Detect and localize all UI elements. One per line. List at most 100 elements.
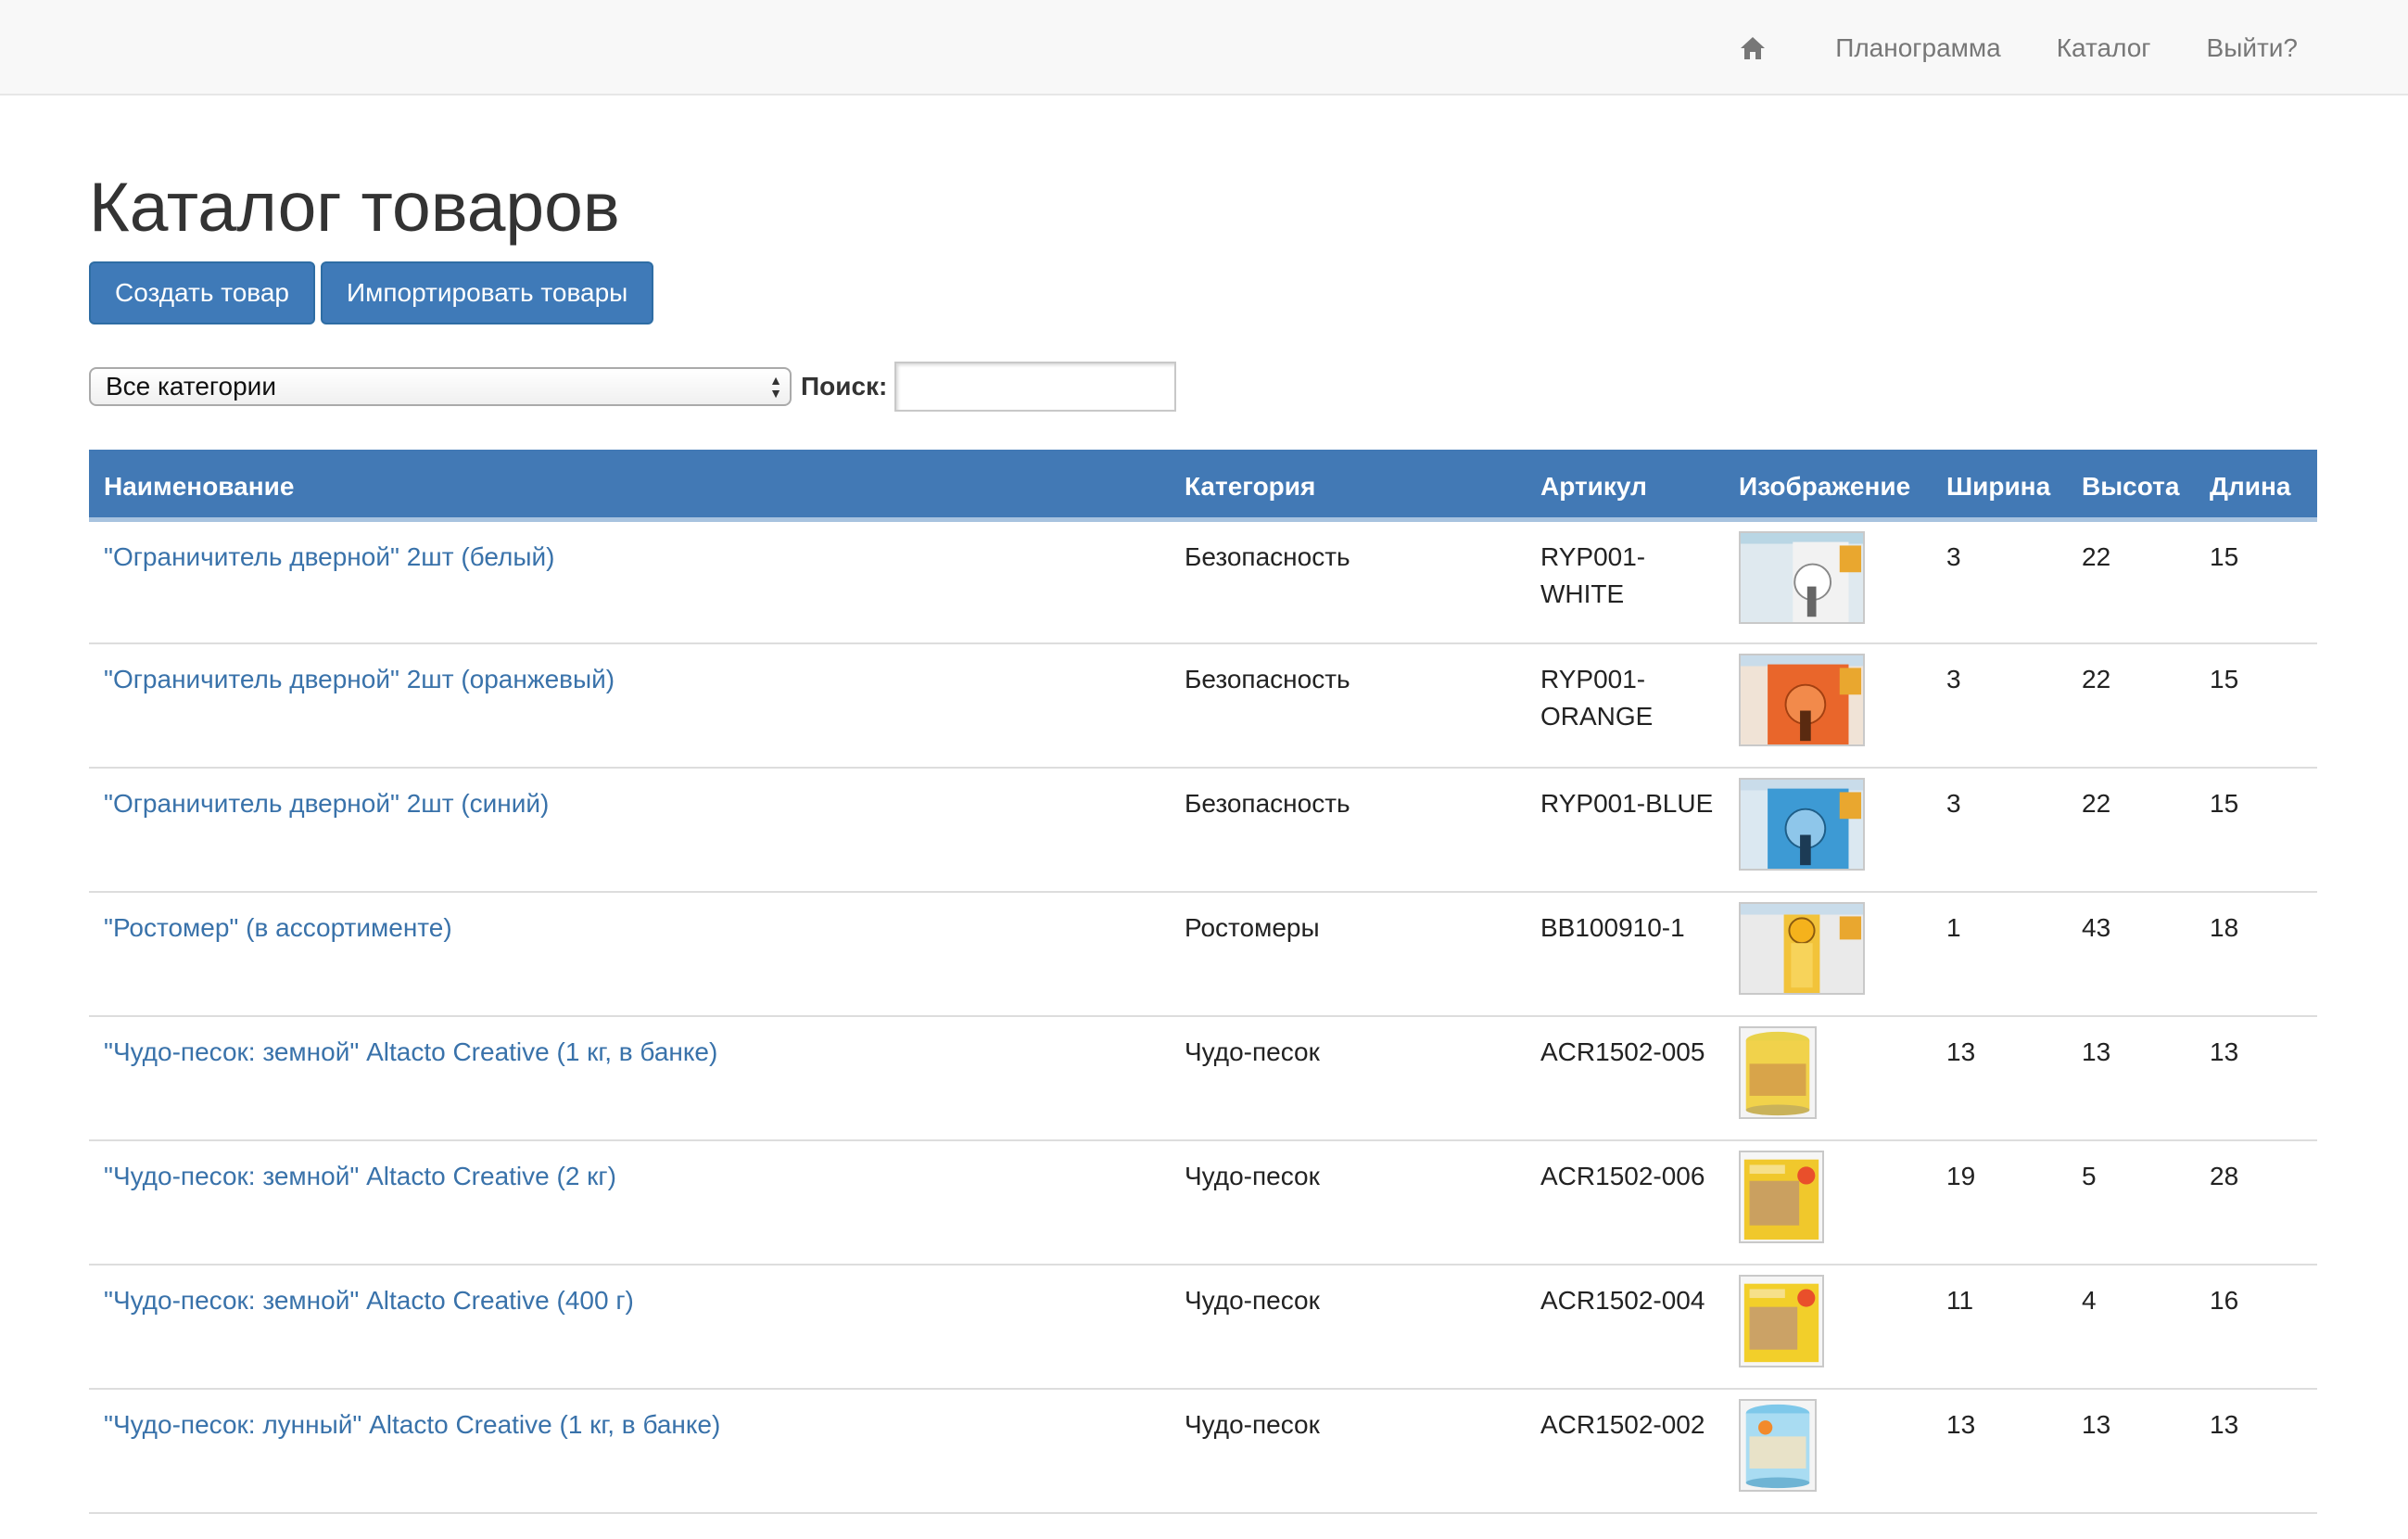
page-title: Каталог товаров xyxy=(89,168,620,246)
product-name-cell: "Ограничитель дверной" 2шт (синий) xyxy=(89,768,1170,892)
search-input[interactable] xyxy=(894,362,1177,412)
product-thumbnail[interactable] xyxy=(1739,654,1865,746)
nav-catalog-link[interactable]: Каталог xyxy=(2057,0,2151,95)
product-sku-cell: ACR1502-002 xyxy=(1540,1410,1705,1439)
product-thumbnail[interactable] xyxy=(1739,902,1865,995)
product-height-cell: 22 xyxy=(2082,789,2111,818)
product-thumbnail[interactable] xyxy=(1739,1151,1824,1243)
table-row: "Чудо-песок: лунный" Altacto Creative (1… xyxy=(89,1389,2317,1513)
product-height-cell: 13 xyxy=(2082,1037,2111,1066)
product-image-cell xyxy=(1739,1140,1946,1265)
product-width-cell: 11 xyxy=(1946,1286,1974,1315)
product-thumbnail[interactable] xyxy=(1739,1275,1824,1367)
product-category-cell: Чудо-песок xyxy=(1185,1162,1320,1190)
column-header-image[interactable]: Изображение xyxy=(1739,450,1946,522)
product-length-cell: 18 xyxy=(2210,913,2239,942)
product-name-cell: "Чудо-песок: земной" Altacto Creative (1… xyxy=(89,1016,1170,1140)
column-header-name[interactable]: Наименование xyxy=(89,450,1170,522)
product-image-cell xyxy=(1739,768,1946,892)
product-image-cell xyxy=(1739,643,1946,768)
product-image-cell xyxy=(1739,892,1946,1016)
product-length-cell: 15 xyxy=(2210,789,2239,818)
product-name-cell: "Чудо-песок: земной" Altacto Creative (2… xyxy=(89,1140,1170,1265)
product-height-cell: 5 xyxy=(2082,1162,2097,1190)
product-sku-cell: RYP001-BLUE xyxy=(1540,789,1714,818)
product-name-cell: "Ростомер" (в ассортименте) xyxy=(89,892,1170,1016)
products-table-wrap: Наименование Категория Артикул Изображен… xyxy=(89,450,2317,1514)
product-sku-cell: RYP001-ORANGE xyxy=(1540,665,1654,731)
product-sku-cell: ACR1502-004 xyxy=(1540,1286,1705,1315)
nav-planogram-link[interactable]: Планограмма xyxy=(1835,0,2001,95)
table-row: "Ограничитель дверной" 2шт (оранжевый) Бе… xyxy=(89,643,2317,768)
search-label: Поиск: xyxy=(801,372,888,401)
product-width-cell: 19 xyxy=(1946,1162,1976,1190)
product-length-cell: 28 xyxy=(2210,1162,2239,1190)
column-header-sku[interactable]: Артикул xyxy=(1526,450,1739,522)
product-length-cell: 16 xyxy=(2210,1286,2239,1315)
category-select-value: Все категории xyxy=(106,372,276,401)
category-select[interactable]: Все категории ▲ ▼ xyxy=(89,367,792,406)
product-height-cell: 4 xyxy=(2082,1286,2097,1315)
product-name-link[interactable]: "Чудо-песок: земной" Altacto Creative (4… xyxy=(104,1286,634,1315)
table-row: "Ростомер" (в ассортименте) Ростомеры BB10… xyxy=(89,892,2317,1016)
product-name-link[interactable]: "Ограничитель дверной" 2шт (оранжевый) xyxy=(104,665,615,693)
product-category-cell: Безопасность xyxy=(1185,541,1350,571)
product-name-link[interactable]: "Ростомер" (в ассортименте) xyxy=(104,913,452,942)
nav-logout-link[interactable]: Выйти? xyxy=(2207,0,2298,95)
product-name-cell: "Ограничитель дверной" 2шт (белый) xyxy=(89,519,1170,643)
product-height-cell: 13 xyxy=(2082,1410,2111,1439)
product-thumbnail[interactable] xyxy=(1739,778,1865,871)
product-width-cell: 1 xyxy=(1946,913,1961,942)
product-category-cell: Чудо-песок xyxy=(1185,1410,1320,1439)
product-image-cell xyxy=(1739,519,1946,643)
column-header-category[interactable]: Категория xyxy=(1170,450,1526,522)
product-thumbnail[interactable] xyxy=(1739,530,1865,624)
product-name-link[interactable]: "Ограничитель дверной" 2шт (белый) xyxy=(104,542,554,571)
product-name-link[interactable]: "Чудо-песок: земной" Altacto Creative (1… xyxy=(104,1037,717,1066)
product-name-link[interactable]: "Ограничитель дверной" 2шт (синий) xyxy=(104,789,549,818)
product-name-cell: "Чудо-песок: земной" Altacto Creative (4… xyxy=(89,1265,1170,1389)
product-category-cell: Чудо-песок xyxy=(1185,1286,1320,1315)
table-row: "Чудо-песок: земной" Altacto Creative (2… xyxy=(89,1140,2317,1265)
table-row: "Ограничитель дверной" 2шт (белый) Безопа… xyxy=(89,519,2317,643)
home-icon[interactable] xyxy=(1726,0,1780,95)
table-row: "Чудо-песок: земной" Altacto Creative (1… xyxy=(89,1016,2317,1140)
product-image-cell xyxy=(1739,1265,1946,1389)
product-height-cell: 22 xyxy=(2082,541,2111,571)
column-header-height[interactable]: Высота xyxy=(2082,450,2210,522)
table-row: "Ограничитель дверной" 2шт (синий) Безопа… xyxy=(89,768,2317,892)
product-sku-cell: BB100910-1 xyxy=(1540,913,1685,942)
product-length-cell: 13 xyxy=(2210,1410,2239,1439)
product-sku-cell: RYP001-WHITE xyxy=(1540,541,1646,608)
product-category-cell: Безопасность xyxy=(1185,789,1350,818)
product-length-cell: 13 xyxy=(2210,1037,2239,1066)
product-name-link[interactable]: "Чудо-песок: земной" Altacto Creative (2… xyxy=(104,1162,616,1190)
product-width-cell: 13 xyxy=(1946,1037,1976,1066)
nav-links: Планограмма Каталог Выйти? xyxy=(1726,0,2326,95)
product-height-cell: 22 xyxy=(2082,665,2111,693)
column-header-width[interactable]: Ширина xyxy=(1946,450,2082,522)
product-sku-cell: ACR1502-005 xyxy=(1540,1037,1705,1066)
import-products-button[interactable]: Импортировать товары xyxy=(320,261,654,324)
product-category-cell: Безопасность xyxy=(1185,665,1350,693)
product-category-cell: Чудо-песок xyxy=(1185,1037,1320,1066)
product-sku-cell: ACR1502-006 xyxy=(1540,1162,1705,1190)
product-thumbnail[interactable] xyxy=(1739,1026,1817,1119)
product-width-cell: 13 xyxy=(1946,1410,1976,1439)
product-width-cell: 3 xyxy=(1946,541,1961,571)
create-product-button[interactable]: Создать товар xyxy=(89,261,315,324)
product-name-link[interactable]: "Чудо-песок: лунный" Altacto Creative (1… xyxy=(104,1410,720,1439)
products-table: Наименование Категория Артикул Изображен… xyxy=(89,450,2317,1514)
table-row: "Чудо-песок: земной" Altacto Creative (4… xyxy=(89,1265,2317,1389)
top-navbar: Планограмма Каталог Выйти? xyxy=(0,0,2408,95)
column-header-length[interactable]: Длина xyxy=(2210,450,2317,522)
product-name-cell: "Ограничитель дверной" 2шт (оранжевый) xyxy=(89,643,1170,768)
product-thumbnail[interactable] xyxy=(1739,1399,1817,1492)
product-category-cell: Ростомеры xyxy=(1185,913,1320,942)
product-height-cell: 43 xyxy=(2082,913,2111,942)
product-image-cell xyxy=(1739,1016,1946,1140)
product-length-cell: 15 xyxy=(2210,541,2239,571)
action-buttons: Создать товар Импортировать товары xyxy=(89,261,659,324)
select-arrows-icon: ▲ ▼ xyxy=(769,373,782,401)
product-width-cell: 3 xyxy=(1946,665,1961,693)
